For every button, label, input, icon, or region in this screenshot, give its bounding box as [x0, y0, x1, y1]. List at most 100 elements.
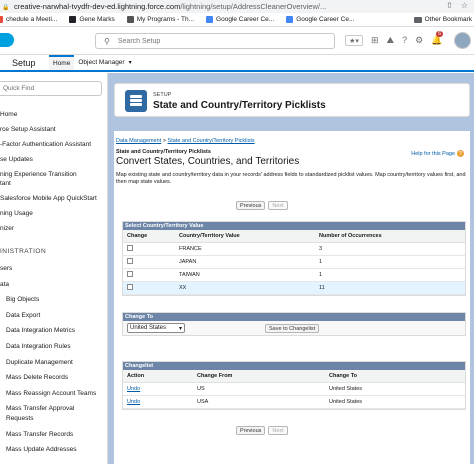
- table-row[interactable]: TAIWAN 1: [123, 268, 465, 282]
- bookmark-item[interactable]: Gene Marks: [69, 16, 115, 23]
- content-panel: Data Management > State and Country/Terr…: [114, 131, 470, 464]
- sidebar-subitem[interactable]: Mass Transfer Records: [6, 430, 73, 439]
- sidebar-item[interactable]: rce Setup Assistant: [0, 125, 56, 134]
- sidebar-item[interactable]: ata: [0, 280, 9, 289]
- page-eyebrow: SETUP: [153, 92, 172, 98]
- change-to-value: United States: [325, 395, 465, 409]
- change-to-value: United States: [325, 382, 465, 396]
- search-box[interactable]: ⚲: [95, 33, 335, 49]
- sidebar-item[interactable]: sers: [0, 264, 12, 273]
- main-area: SETUP State and Country/Territory Pickli…: [108, 73, 474, 464]
- tab-object-manager[interactable]: Object Manager ▾: [74, 55, 135, 70]
- help-link[interactable]: Help for this Page ?: [411, 150, 464, 157]
- previous-button-bottom[interactable]: Previous: [236, 426, 266, 435]
- next-button[interactable]: Next: [268, 201, 288, 210]
- sidebar-subitem[interactable]: Data Integration Metrics: [6, 326, 75, 335]
- bookmark-item[interactable]: chedule a Meeti...: [0, 16, 57, 23]
- notification-badge: 6: [436, 31, 443, 37]
- sidebar-item[interactable]: nizer: [0, 224, 14, 233]
- lock-icon: 🔒: [2, 4, 10, 11]
- next-button-bottom[interactable]: Next: [268, 426, 288, 435]
- occurrence-count: 3: [315, 242, 465, 256]
- table-row: Undo USA United States: [123, 395, 465, 409]
- country-select[interactable]: United States ▾: [127, 323, 185, 333]
- browser-url-bar[interactable]: 🔒 creative-narwhal-tvydfr-dev-ed.lightni…: [0, 0, 474, 13]
- bookmark-item[interactable]: Google Career Ce...: [286, 16, 354, 23]
- sidebar-subitem[interactable]: Data Export: [6, 311, 40, 320]
- row-checkbox[interactable]: [127, 244, 133, 251]
- country-value: TAIWAN: [175, 268, 315, 282]
- sidebar-item[interactable]: -Factor Authentication Assistant: [0, 140, 91, 149]
- other-bookmarks[interactable]: Other Bookmark: [413, 16, 472, 23]
- save-to-changelist-button[interactable]: Save to Changelist: [265, 323, 320, 333]
- bell-icon[interactable]: 🔔 6: [431, 31, 443, 46]
- global-header: ⚲ ★▾ ⊞ ⛰ ? ⚙ 🔔6: [0, 27, 474, 55]
- sidebar-item[interactable]: tant: [0, 179, 11, 188]
- breadcrumb-data-management[interactable]: Data Management: [116, 138, 161, 144]
- occurrence-count: 1: [315, 268, 465, 282]
- breadcrumb: Data Management > State and Country/Terr…: [116, 138, 255, 144]
- change-block-title: Change To: [123, 313, 465, 321]
- star-icon[interactable]: ☆: [461, 1, 468, 10]
- favicon-icon: [69, 16, 77, 23]
- undo-link[interactable]: Undo: [127, 386, 140, 392]
- sidebar-subitem[interactable]: Mass Update Addresses: [6, 445, 76, 454]
- page-header: SETUP State and Country/Territory Pickli…: [114, 83, 470, 117]
- share-icon[interactable]: ⇧: [446, 1, 453, 10]
- sidebar-subitem[interactable]: Mass Reassign Account Teams: [6, 389, 96, 398]
- select-block-title: Select Country/Territory Value: [123, 222, 465, 230]
- sidebar-subitem[interactable]: Requests: [6, 414, 33, 423]
- bookmarks-bar: chedule a Meeti... Gene Marks My Programs …: [0, 13, 474, 27]
- description: Map existing state and country/territory…: [116, 172, 466, 185]
- tab-home[interactable]: Home: [49, 55, 75, 70]
- col-change: Change: [123, 230, 175, 243]
- changelist-title: Changelist: [123, 362, 465, 370]
- content-title: Convert States, Countries, and Territori…: [116, 156, 300, 167]
- change-to-block: Change To United States ▾ Save to Change…: [122, 312, 466, 336]
- previous-button[interactable]: Previous: [236, 201, 266, 210]
- table-row[interactable]: FRANCE 3: [123, 242, 465, 256]
- col-action: Action: [123, 370, 193, 383]
- favicon-icon: [206, 16, 214, 23]
- bookmark-item[interactable]: My Programs - Th...: [126, 16, 194, 23]
- url-text[interactable]: creative-narwhal-tvydfr-dev-ed.lightning…: [14, 2, 326, 11]
- col-change-from: Change From: [193, 370, 325, 383]
- folder-icon: [413, 16, 422, 23]
- trailhead-icon[interactable]: ⛰: [387, 35, 395, 46]
- sidebar-subitem[interactable]: Big Objects: [6, 295, 39, 304]
- sidebar-subitem[interactable]: Mass Transfer Approval: [6, 404, 74, 413]
- sidebar-item[interactable]: Home: [0, 110, 17, 119]
- help-icon[interactable]: ?: [402, 35, 407, 46]
- avatar[interactable]: [454, 32, 471, 49]
- sidebar-item[interactable]: ning Usage: [0, 209, 33, 218]
- table-row[interactable]: XX 11: [123, 281, 465, 295]
- sidebar-section-administration[interactable]: INISTRATION: [0, 248, 46, 255]
- sidebar-item[interactable]: ning Experience Transition: [0, 170, 77, 179]
- search-icon: ⚲: [104, 36, 110, 46]
- bookmark-item[interactable]: Google Career Ce...: [206, 16, 274, 23]
- gear-icon[interactable]: ⚙: [415, 35, 423, 46]
- sidebar-subitem[interactable]: Data Integration Rules: [6, 342, 71, 351]
- pager-bottom: Previous Next: [236, 426, 288, 435]
- row-checkbox[interactable]: [127, 270, 133, 277]
- favorites-star-icon[interactable]: ★▾: [345, 35, 363, 46]
- country-value: XX: [175, 281, 315, 295]
- table-row[interactable]: JAPAN 1: [123, 255, 465, 269]
- add-icon[interactable]: ⊞: [371, 35, 379, 46]
- quick-find-input[interactable]: Quick Find: [0, 81, 102, 96]
- col-occurrences: Number of Occurrences: [315, 230, 465, 243]
- undo-link[interactable]: Undo: [127, 399, 140, 405]
- sidebar-item[interactable]: se Updates: [0, 155, 33, 164]
- row-checkbox[interactable]: [127, 257, 133, 264]
- sidebar-subitem[interactable]: Duplicate Management: [6, 358, 73, 367]
- sidebar-subitem[interactable]: Mass Delete Records: [6, 373, 68, 382]
- row-checkbox[interactable]: [127, 283, 133, 290]
- setup-sidebar: Quick Find Home rce Setup Assistant -Facto…: [0, 73, 108, 464]
- country-value: FRANCE: [175, 242, 315, 256]
- breadcrumb-picklists[interactable]: State and Country/Territory Picklists: [168, 138, 255, 144]
- app-name: Setup: [12, 57, 36, 68]
- sidebar-item[interactable]: Salesforce Mobile App QuickStart: [0, 194, 97, 203]
- salesforce-logo[interactable]: [0, 33, 14, 47]
- search-input[interactable]: [117, 37, 318, 45]
- change-from-value: USA: [193, 395, 325, 409]
